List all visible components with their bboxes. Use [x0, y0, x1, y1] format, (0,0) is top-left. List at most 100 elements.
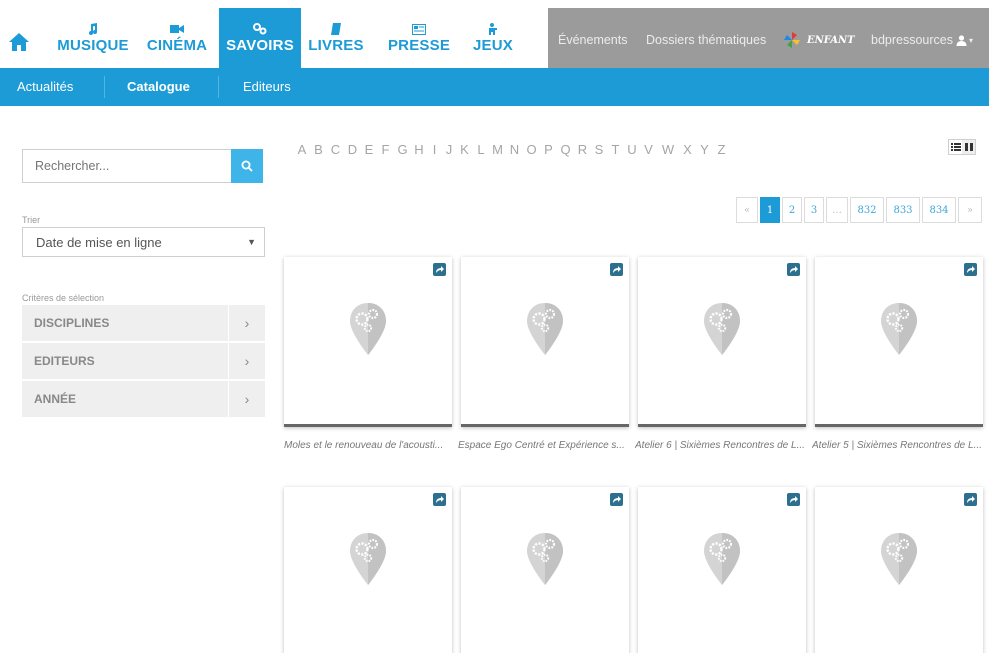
sort-select[interactable]: Date de mise en ligne ▼ — [22, 227, 265, 257]
alphabet-letter[interactable]: E — [361, 142, 377, 157]
catalog-card[interactable] — [461, 257, 629, 427]
alphabet-letter[interactable]: U — [624, 142, 640, 157]
share-icon — [436, 266, 444, 273]
alphabet-letter[interactable]: L — [473, 142, 489, 157]
newspaper-icon — [412, 22, 426, 36]
pagination-prev[interactable]: « — [736, 197, 758, 223]
catalog-card[interactable] — [284, 487, 452, 653]
catalog-card[interactable] — [638, 257, 806, 427]
alphabet-letter[interactable]: M — [489, 142, 506, 157]
criteria-disciplines[interactable]: DISCIPLINES › — [22, 305, 265, 341]
subnav-editeurs[interactable]: Editeurs — [243, 79, 291, 94]
nav-jeux[interactable]: JEUX — [468, 8, 518, 68]
sub-navbar: Actualités Catalogue Editeurs — [0, 68, 989, 106]
alphabet-letter[interactable]: F — [377, 142, 394, 157]
nav-label: PRESSE — [387, 37, 451, 54]
nav-musique[interactable]: MUSIQUE — [54, 8, 132, 68]
alphabet-letter[interactable]: R — [574, 142, 591, 157]
gears-icon — [253, 22, 267, 36]
music-note-icon — [88, 22, 98, 36]
search-box — [22, 149, 263, 183]
criteria-label-text: EDITEURS — [34, 354, 95, 368]
share-button[interactable] — [433, 263, 446, 276]
card-caption[interactable]: Moles et le renouveau de l'acousti... — [284, 440, 461, 451]
criteria-label-text: DISCIPLINES — [34, 316, 110, 330]
alphabet-letter[interactable]: A — [294, 142, 310, 157]
pagination-next[interactable]: » — [958, 197, 982, 223]
pagination-page[interactable]: 2 — [782, 197, 802, 223]
share-button[interactable] — [433, 493, 446, 506]
alphabet-letter[interactable]: G — [394, 142, 411, 157]
alphabet-letter[interactable]: J — [442, 142, 456, 157]
card-caption[interactable]: Atelier 5 | Sixièmes Rencontres de L... — [812, 440, 989, 451]
user-menu[interactable]: bdpressources ▾ — [871, 33, 973, 47]
catalog-card[interactable] — [284, 257, 452, 427]
alphabet-letter[interactable]: Y — [696, 142, 713, 157]
camera-icon — [170, 22, 184, 36]
nav-label: JEUX — [473, 37, 513, 54]
search-icon — [241, 160, 253, 172]
alphabet-letter[interactable]: S — [591, 142, 607, 157]
alphabet-letter[interactable]: B — [310, 142, 327, 157]
alphabet-letter[interactable]: Q — [557, 142, 574, 157]
home-button[interactable] — [0, 22, 38, 62]
share-button[interactable] — [964, 263, 977, 276]
savoirs-placeholder-icon — [702, 301, 742, 362]
alphabet-letter[interactable]: X — [679, 142, 696, 157]
nav-presse[interactable]: PRESSE — [386, 8, 452, 68]
alphabet-letter[interactable]: N — [506, 142, 523, 157]
alphabet-letter[interactable]: C — [327, 142, 344, 157]
alphabet-letter[interactable]: D — [344, 142, 361, 157]
caret-down-icon: ▾ — [969, 35, 974, 45]
catalog-card[interactable] — [815, 487, 983, 653]
nav-cinema[interactable]: CINÉMA — [142, 8, 212, 68]
alphabet-letter[interactable]: T — [607, 142, 624, 157]
share-button[interactable] — [964, 493, 977, 506]
chevron-right-icon: › — [228, 305, 265, 341]
pagination-ellipsis: ... — [826, 197, 848, 223]
search-button[interactable] — [231, 149, 263, 183]
book-icon — [331, 22, 341, 36]
alphabet-letter[interactable]: H — [411, 142, 427, 157]
alphabet-letter[interactable]: W — [657, 142, 679, 157]
nav-dossiers-thematiques[interactable]: Dossiers thématiques — [646, 33, 766, 47]
alphabet-letter[interactable]: Z — [713, 142, 730, 157]
share-button[interactable] — [787, 263, 800, 276]
pagination-page[interactable]: 3 — [804, 197, 824, 223]
list-view-button[interactable] — [949, 140, 962, 154]
savoirs-placeholder-icon — [348, 531, 388, 592]
alphabet-letter[interactable]: P — [540, 142, 557, 157]
card-caption[interactable]: Espace Ego Centré et Expérience s... — [458, 440, 635, 451]
nav-enfant[interactable]: ENFANT — [783, 32, 855, 48]
alphabet-letter[interactable]: O — [523, 142, 540, 157]
subnav-divider — [104, 76, 105, 98]
subnav-actualites[interactable]: Actualités — [17, 79, 73, 94]
pagination-page[interactable]: 1 — [760, 197, 780, 223]
nav-evenements[interactable]: Événements — [558, 33, 627, 47]
nav-savoirs[interactable]: SAVOIRS — [219, 8, 301, 68]
pagination-page[interactable]: 832 — [850, 197, 884, 223]
pagination-page[interactable]: 834 — [922, 197, 956, 223]
criteria-label: Critères de sélection — [22, 293, 105, 303]
catalog-card[interactable] — [638, 487, 806, 653]
share-button[interactable] — [610, 493, 623, 506]
catalog-card[interactable] — [461, 487, 629, 653]
savoirs-placeholder-icon — [879, 301, 919, 362]
catalog-card[interactable] — [815, 257, 983, 427]
alphabet-letter[interactable]: K — [456, 142, 473, 157]
pagination-page[interactable]: 833 — [886, 197, 920, 223]
search-input[interactable] — [22, 149, 231, 183]
share-button[interactable] — [787, 493, 800, 506]
subnav-catalogue[interactable]: Catalogue — [127, 79, 190, 94]
nav-livres[interactable]: LIVRES — [303, 8, 369, 68]
share-icon — [967, 496, 975, 503]
share-button[interactable] — [610, 263, 623, 276]
alphabet-letter[interactable]: I — [427, 142, 442, 157]
criteria-annee[interactable]: ANNÉE › — [22, 381, 265, 417]
sort-value: Date de mise en ligne — [36, 234, 162, 250]
alphabet-letter[interactable]: V — [640, 142, 657, 157]
grid-view-button[interactable] — [962, 140, 975, 154]
criteria-editeurs[interactable]: EDITEURS › — [22, 343, 265, 379]
view-toggle — [948, 139, 976, 155]
card-caption[interactable]: Atelier 6 | Sixièmes Rencontres de L... — [635, 440, 812, 451]
